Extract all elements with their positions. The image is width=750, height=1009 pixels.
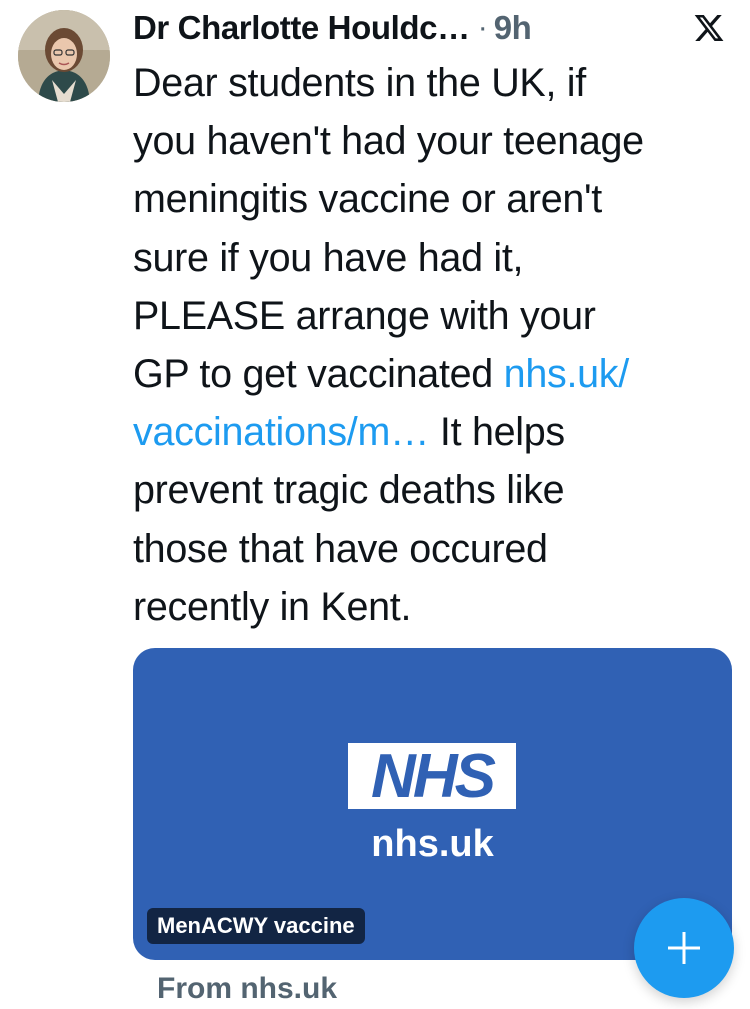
tweet-line: you haven't had your teenage [133,119,644,164]
tweet-line-text: GP to get vaccinated [133,352,504,397]
tweet-line: Dear students in the UK, if [133,61,586,105]
tweet-line: sure if you have had it, [133,235,524,280]
tweet-line: prevent tragic deaths like [133,468,565,513]
card-source[interactable]: From nhs.uk [157,972,337,1006]
card-title-badge: MenACWY vaccine [147,908,365,944]
tweet-line: vaccinations/m… It helps [133,403,733,461]
x-logo-icon[interactable] [693,12,725,44]
author-name[interactable]: Dr Charlotte Houldc… [133,9,470,47]
tweet-header: Dr Charlotte Houldc… · 9h [133,6,613,50]
tweet-line-text: It helps [429,410,565,455]
tweet-link-continued[interactable]: vaccinations/m… [133,410,430,454]
tweet-line: PLEASE arrange with your [133,293,596,338]
tweet-link[interactable]: nhs.uk/ [504,352,630,396]
compose-button[interactable] [634,898,734,998]
nhs-logo-text: NHS [371,741,496,811]
tweet-timestamp[interactable]: 9h [494,9,532,47]
tweet-text: Dear students in the UK, if you haven't … [133,54,733,636]
tweet-line: recently in Kent. [133,584,412,629]
nhs-logo: NHS [348,741,516,811]
link-preview-card[interactable]: NHS nhs.uk MenACWY vaccine [133,648,732,960]
tweet-line: those that have occured [133,526,548,571]
card-domain: nhs.uk [371,823,494,865]
separator-dot: · [477,11,488,44]
tweet-line: GP to get vaccinated nhs.uk/ [133,345,733,403]
avatar[interactable] [18,10,110,102]
plus-icon [668,932,700,964]
tweet-line: meningitis vaccine or aren't [133,177,602,222]
